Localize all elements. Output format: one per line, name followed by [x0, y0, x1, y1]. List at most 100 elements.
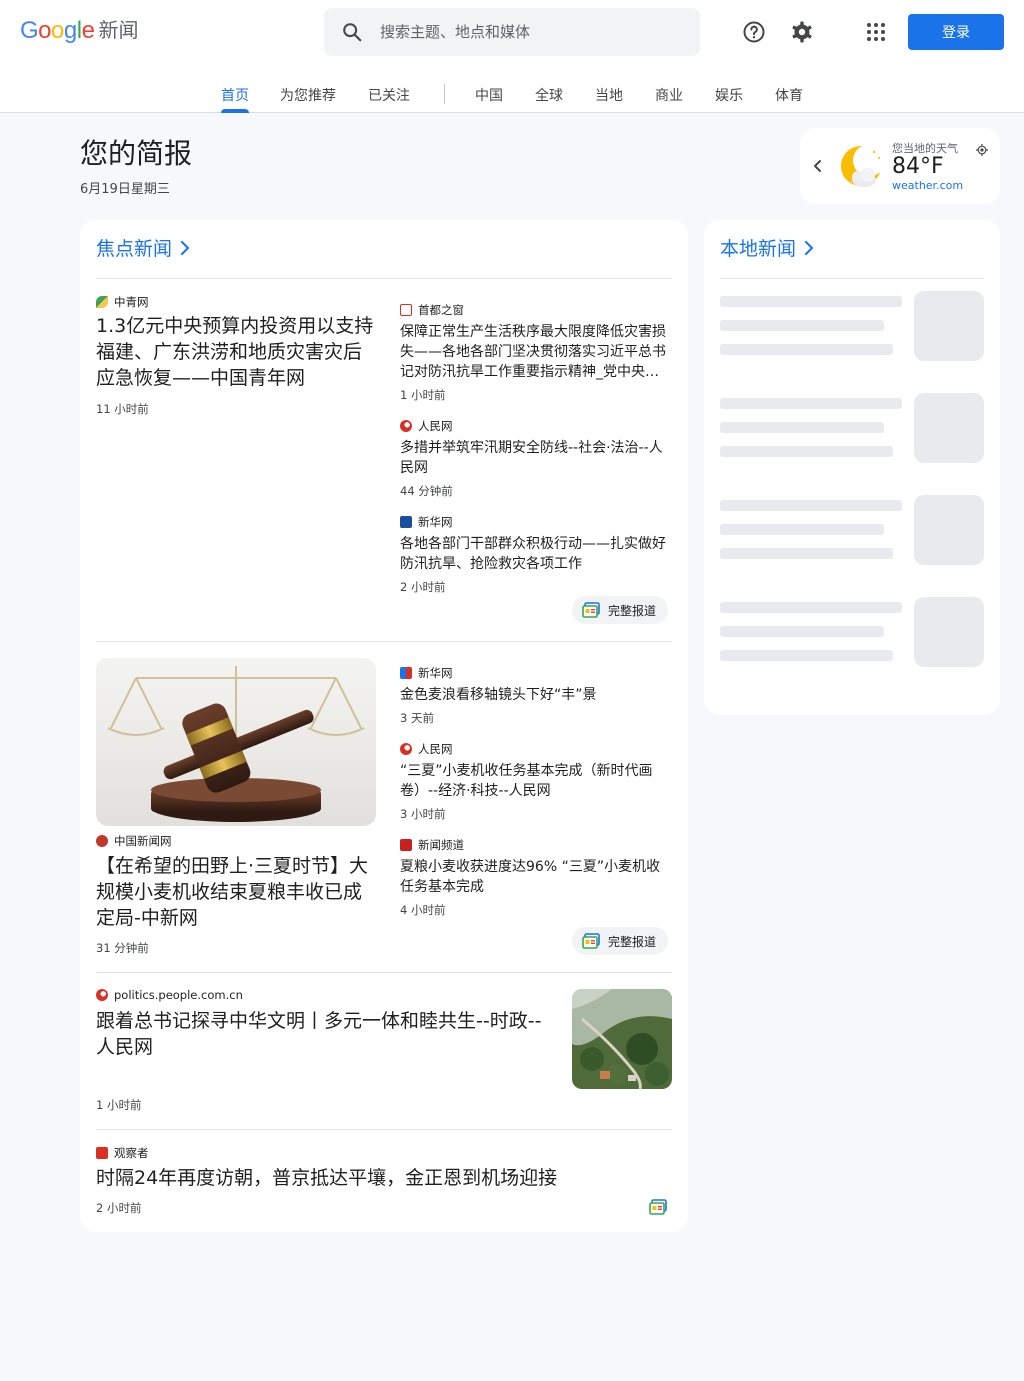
tab-business[interactable]: 商业 — [655, 85, 683, 105]
search-icon[interactable] — [324, 21, 380, 43]
aerial-landscape-thumbnail-image[interactable] — [572, 989, 672, 1089]
divider — [720, 278, 984, 279]
tab-world[interactable]: 全球 — [535, 85, 563, 105]
search-input[interactable] — [380, 23, 680, 41]
source-label: 观察者 — [96, 1145, 149, 1161]
local-news-title: 本地新闻 — [720, 238, 797, 260]
chevron-right-icon — [181, 240, 190, 255]
news-wordmark: 新闻 — [98, 17, 139, 42]
active-tab-indicator — [221, 109, 249, 113]
full-coverage-icon — [582, 933, 600, 949]
tab-for-you[interactable]: 为您推荐 — [280, 85, 336, 105]
timestamp: 1 小时前 — [400, 388, 446, 402]
headline-link[interactable]: 保障正常生产生活秩序最大限度降低灾害损失——各地各部门坚决贯彻落实习近平总书记对… — [400, 322, 672, 382]
source-logo-icon — [400, 839, 412, 851]
apps-grid-icon[interactable] — [858, 14, 894, 50]
briefing-title: 您的简报 — [80, 137, 193, 170]
tab-sports[interactable]: 体育 — [775, 85, 803, 105]
source-name: 观察者 — [114, 1146, 149, 1160]
source-name: 中国新闻网 — [114, 834, 172, 848]
source-label: 新华网 — [400, 514, 453, 530]
source-name: politics.people.com.cn — [114, 988, 243, 1002]
google-news-logo[interactable]: Google 新闻 — [20, 14, 138, 48]
search-bar[interactable] — [324, 8, 700, 56]
divider — [96, 278, 672, 279]
local-news-heading[interactable]: 本地新闻 — [720, 234, 816, 261]
timestamp: 2 小时前 — [400, 580, 446, 594]
tab-local[interactable]: 当地 — [595, 85, 623, 105]
top-bar: Google 新闻 登录 首页 为您推荐 已关注 中国 全球 当地 商业 娱乐 … — [0, 0, 1024, 113]
location-target-icon[interactable] — [976, 141, 988, 160]
source-logo-icon — [96, 296, 108, 308]
gavel-thumbnail-image[interactable] — [96, 658, 376, 826]
full-coverage-label: 完整报道 — [608, 934, 657, 949]
source-label: 新华网 — [400, 665, 453, 681]
timestamp: 2 小时前 — [96, 1201, 142, 1215]
source-label: 新闻频道 — [400, 837, 464, 853]
divider — [96, 641, 672, 642]
tab-china[interactable]: 中国 — [475, 85, 503, 105]
source-label: 人民网 — [400, 741, 453, 757]
headline-link[interactable]: 金色麦浪看移轴镜头下好“丰”景 — [400, 685, 672, 705]
headline-link[interactable]: 跟着总书记探寻中华文明丨多元一体和睦共生--时政--人民网 — [96, 1008, 548, 1060]
source-label: 人民网 — [400, 418, 453, 434]
source-name: 人民网 — [418, 742, 453, 756]
full-coverage-icon[interactable] — [649, 1199, 667, 1219]
timestamp: 3 小时前 — [400, 807, 446, 821]
full-coverage-label: 完整报道 — [608, 603, 657, 618]
source-name: 新华网 — [418, 666, 453, 680]
source-logo-icon — [400, 743, 412, 755]
headline-link[interactable]: 多措并举筑牢汛期安全防线--社会·法治--人民网 — [400, 438, 672, 478]
full-coverage-icon — [582, 602, 600, 618]
source-name: 新闻频道 — [418, 838, 464, 852]
weather-temperature: 84°F — [892, 154, 944, 179]
source-label: 中国新闻网 — [96, 833, 172, 849]
headline-link[interactable]: “三夏”小麦机收任务基本完成（新时代画卷）--经济·科技--人民网 — [400, 761, 672, 801]
timestamp: 44 分钟前 — [400, 484, 453, 498]
source-name: 中青网 — [114, 295, 149, 309]
tab-divider — [444, 84, 445, 104]
divider — [96, 1129, 672, 1130]
top-stories-title: 焦点新闻 — [96, 238, 173, 260]
source-label: politics.people.com.cn — [96, 988, 243, 1002]
source-label: 中青网 — [96, 294, 149, 310]
source-logo-icon — [400, 420, 412, 432]
timestamp: 3 天前 — [400, 711, 434, 725]
tab-entertainment[interactable]: 娱乐 — [715, 85, 743, 105]
tab-home[interactable]: 首页 — [221, 85, 249, 105]
sign-in-button[interactable]: 登录 — [908, 14, 1004, 50]
moon-cloud-icon — [836, 142, 884, 194]
headline-link[interactable]: 夏粮小麦收获进度达96% “三夏”小麦机收任务基本完成 — [400, 857, 672, 897]
divider — [96, 972, 672, 973]
timestamp: 1 小时前 — [96, 1098, 142, 1112]
source-logo-icon — [400, 516, 412, 528]
full-coverage-button[interactable]: 完整报道 — [572, 596, 669, 624]
source-name: 首都之窗 — [418, 303, 464, 317]
tab-following[interactable]: 已关注 — [368, 85, 410, 105]
source-logo-icon — [96, 989, 108, 1001]
headline-link[interactable]: 【在希望的田野上·三夏时节】大规模小麦机收结束夏粮丰收已成定局-中新网 — [96, 853, 380, 931]
weather-widget[interactable]: 您当地的天气 84°F weather.com — [800, 128, 1000, 204]
source-label: 首都之窗 — [400, 302, 464, 318]
source-logo-icon — [96, 835, 108, 847]
chevron-left-icon[interactable] — [812, 156, 824, 180]
section-tabs: 首页 为您推荐 已关注 中国 全球 当地 商业 娱乐 体育 — [0, 76, 1024, 113]
source-logo-icon — [96, 1147, 108, 1159]
headline-link[interactable]: 时隔24年再度访朝，普京抵达平壤，金正恩到机场迎接 — [96, 1165, 656, 1191]
source-name: 人民网 — [418, 419, 453, 433]
timestamp: 11 小时前 — [96, 402, 149, 416]
google-wordmark: Google — [20, 17, 95, 44]
full-coverage-button[interactable]: 完整报道 — [572, 927, 669, 955]
timestamp: 4 小时前 — [400, 903, 446, 917]
chevron-right-icon — [805, 240, 814, 255]
headline-link[interactable]: 各地各部门干部群众积极行动——扎实做好防汛抗旱、抢险救灾各项工作 — [400, 534, 672, 574]
source-logo-icon — [400, 304, 412, 316]
help-icon[interactable] — [736, 14, 772, 50]
source-name: 新华网 — [418, 515, 453, 529]
settings-gear-icon[interactable] — [784, 14, 820, 50]
top-stories-heading[interactable]: 焦点新闻 — [96, 234, 192, 261]
briefing-date: 6月19日星期三 — [80, 182, 170, 197]
weather-source-link[interactable]: weather.com — [892, 179, 963, 192]
headline-link[interactable]: 1.3亿元中央预算内投资用以支持福建、广东洪涝和地质灾害灾后应急恢复——中国青年… — [96, 313, 380, 391]
timestamp: 31 分钟前 — [96, 941, 149, 955]
